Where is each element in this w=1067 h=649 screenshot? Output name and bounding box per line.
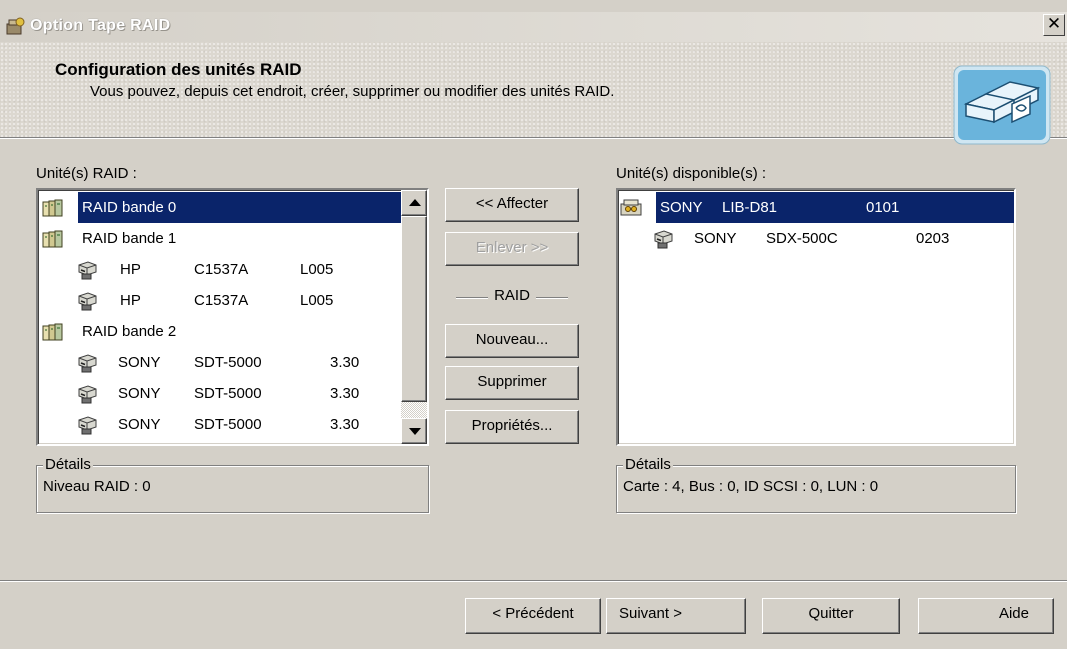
- header-subtitle: Vous pouvez, depuis cet endroit, créer, …: [90, 83, 615, 100]
- raid-details-label: Détails: [43, 456, 93, 473]
- divider-line-left: [456, 297, 488, 299]
- list-item[interactable]: RAID bande 2: [38, 316, 401, 347]
- available-details-value: Carte : 4, Bus : 0, ID SCSI : 0, LUN : 0: [623, 478, 879, 495]
- device-revision: 3.30: [330, 385, 360, 402]
- device-vendor: HP: [120, 292, 141, 309]
- raid-section-divider: RAID: [448, 287, 576, 307]
- raid-array-icon: [42, 323, 63, 341]
- scroll-up-button[interactable]: [401, 190, 427, 216]
- device-revision: L005: [300, 261, 334, 278]
- new-button[interactable]: Nouveau...: [445, 324, 579, 358]
- device-model: C1537A: [194, 292, 249, 309]
- raid-section-label: RAID: [494, 287, 530, 304]
- device-revision: 0101: [866, 199, 900, 216]
- list-item[interactable]: RAID bande 0: [42, 192, 401, 223]
- scroll-thumb[interactable]: [401, 216, 427, 402]
- raid-drives-icon: [953, 65, 1051, 145]
- arrow-up-icon: [409, 199, 421, 206]
- list-item[interactable]: SONY SDX-500C 0203: [618, 223, 1014, 254]
- raid-list-scrollbar[interactable]: [401, 190, 427, 444]
- tape-drive-icon: [78, 416, 97, 435]
- list-item[interactable]: HP C1537A L005: [38, 285, 401, 316]
- raid-unit-name: RAID bande 0: [82, 199, 177, 216]
- divider-line-right: [536, 297, 568, 299]
- tape-drive-icon: [78, 261, 97, 280]
- device-model: SDT-5000: [194, 385, 262, 402]
- device-model: SDT-5000: [194, 416, 262, 433]
- next-button[interactable]: Suivant >: [606, 598, 746, 634]
- raid-array-icon: [42, 199, 63, 217]
- close-button[interactable]: ✕: [1043, 14, 1065, 36]
- device-vendor: HP: [120, 261, 141, 278]
- previous-button[interactable]: < Précédent: [465, 598, 601, 634]
- delete-button[interactable]: Supprimer: [445, 366, 579, 400]
- device-vendor: SONY: [118, 416, 161, 433]
- arrow-down-icon: [409, 428, 421, 435]
- header-title: Configuration des unités RAID: [55, 60, 302, 79]
- list-item[interactable]: SONY SDT-5000 3.30: [38, 409, 401, 440]
- list-item[interactable]: SONY LIB-D81 0101: [620, 192, 1014, 223]
- quit-button[interactable]: Quitter: [762, 598, 900, 634]
- device-revision: 3.30: [330, 354, 360, 371]
- window-title: Option Tape RAID: [30, 17, 171, 34]
- device-model: LIB-D81: [722, 199, 778, 216]
- scroll-down-button[interactable]: [401, 418, 427, 444]
- wizard-header: Configuration des unités RAID Vous pouve…: [0, 42, 1067, 145]
- raid-units-listbox[interactable]: RAID bande 0 RAID bande 1 HP C1537A L005 HP C1…: [36, 188, 429, 446]
- list-item[interactable]: SONY SDT-5000 3.30: [38, 378, 401, 409]
- available-details-label: Détails: [623, 456, 673, 473]
- properties-button[interactable]: Propriétés...: [445, 410, 579, 444]
- device-revision: L005: [300, 292, 334, 309]
- list-item[interactable]: SONY SDT-5000 3.30: [38, 347, 401, 378]
- device-revision: 3.30: [330, 416, 360, 433]
- raid-units-label: Unité(s) RAID :: [36, 165, 137, 182]
- tape-raid-app-icon: [6, 17, 25, 35]
- remove-button[interactable]: Enlever >>: [445, 232, 579, 266]
- help-button[interactable]: Aide: [918, 598, 1054, 634]
- wizard-window: Option Tape RAID ✕ Configuration des uni…: [0, 0, 1067, 649]
- raid-details-value: Niveau RAID : 0: [43, 478, 151, 495]
- raid-array-icon: [42, 230, 63, 248]
- device-vendor: SONY: [660, 199, 703, 216]
- list-item[interactable]: HP C1537A L005: [38, 254, 401, 285]
- list-item[interactable]: RAID bande 1: [38, 223, 401, 254]
- available-details-group: Détails Carte : 4, Bus : 0, ID SCSI : 0,…: [616, 456, 1016, 513]
- assign-button[interactable]: << Affecter: [445, 188, 579, 222]
- tape-drive-icon: [78, 292, 97, 311]
- footer-separator: [0, 580, 1067, 582]
- tape-drive-icon: [78, 354, 97, 373]
- tape-library-icon: [620, 199, 642, 216]
- tape-drive-icon: [78, 385, 97, 404]
- device-revision: 0203: [916, 230, 950, 247]
- device-model: C1537A: [194, 261, 249, 278]
- raid-unit-name: RAID bande 1: [82, 230, 177, 247]
- available-units-listbox[interactable]: SONY LIB-D81 0101 SONY SDX-500C 0203: [616, 188, 1016, 446]
- close-icon: ✕: [1046, 14, 1062, 34]
- device-model: SDT-5000: [194, 354, 262, 371]
- device-vendor: SONY: [118, 354, 161, 371]
- available-units-label: Unité(s) disponible(s) :: [616, 165, 767, 182]
- tape-drive-icon: [654, 230, 673, 249]
- device-vendor: SONY: [118, 385, 161, 402]
- title-bar[interactable]: Option Tape RAID ✕: [0, 12, 1067, 42]
- device-vendor: SONY: [694, 230, 737, 247]
- raid-details-group: Détails Niveau RAID : 0: [36, 456, 429, 513]
- raid-unit-name: RAID bande 2: [82, 323, 177, 340]
- device-model: SDX-500C: [766, 230, 838, 247]
